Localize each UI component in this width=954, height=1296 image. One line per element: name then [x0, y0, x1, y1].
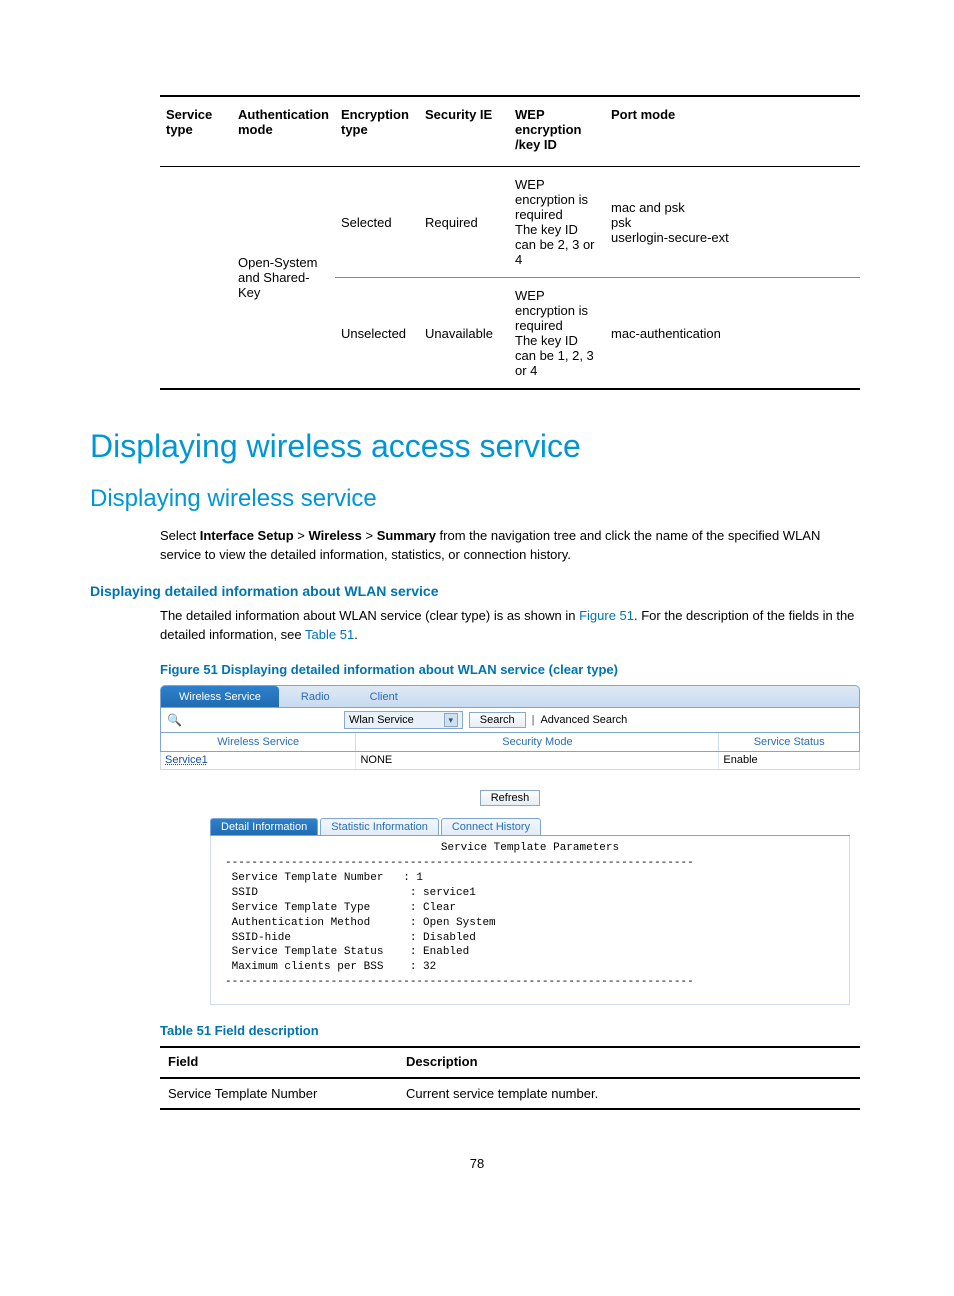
table-caption: Table 51 Field description [160, 1023, 864, 1038]
cell-service-type [160, 167, 232, 390]
top-tabbar: Wireless Service Radio Client [160, 685, 860, 707]
advanced-search-link[interactable]: Advanced Search [540, 714, 627, 726]
subtab-statistic[interactable]: Statistic Information [320, 818, 439, 835]
th-field: Field [160, 1047, 398, 1078]
cell-enc-1: Unselected [335, 278, 419, 390]
cell-port-0: mac and psk psk userlogin-secure-ext [605, 167, 860, 278]
cell-secie-0: Required [419, 167, 509, 278]
tab-radio[interactable]: Radio [283, 686, 348, 707]
tab-client[interactable]: Client [352, 686, 416, 707]
subtab-detail[interactable]: Detail Information [210, 818, 318, 835]
table-link[interactable]: Table 51 [305, 627, 354, 642]
chevron-down-icon: ▾ [444, 713, 458, 727]
sub-tabbar: Detail Information Statistic Information… [210, 818, 850, 836]
th-enc-type: Encryption type [335, 96, 419, 167]
tab-wireless-service[interactable]: Wireless Service [161, 686, 279, 707]
th-port-mode: Port mode [605, 96, 860, 167]
figure-caption: Figure 51 Displaying detailed informatio… [160, 662, 864, 677]
search-input[interactable] [188, 713, 338, 727]
heading-1: Displaying wireless access service [90, 428, 864, 465]
cell-wep-1: WEP encryption is required The key ID ca… [509, 278, 605, 390]
config-table: Service type Authentication mode Encrypt… [160, 95, 860, 390]
field-description-table: Field Description Service Template Numbe… [160, 1046, 860, 1110]
cell-mode: NONE [356, 752, 719, 769]
col-security-mode: Security Mode [356, 733, 719, 751]
col-wireless-service: Wireless Service [161, 733, 356, 751]
detail-body: ----------------------------------------… [210, 856, 850, 1005]
cell-auth-mode: Open-System and Shared-Key [232, 167, 335, 390]
nav-paragraph: Select Interface Setup > Wireless > Summ… [160, 527, 864, 565]
search-button[interactable]: Search [469, 712, 526, 728]
td-field-0: Service Template Number [160, 1078, 398, 1109]
search-bar: 🔍 Wlan Service ▾ Search | Advanced Searc… [160, 707, 860, 733]
ui-screenshot: Wireless Service Radio Client 🔍 Wlan Ser… [160, 685, 860, 1005]
th-description: Description [398, 1047, 860, 1078]
search-icon: 🔍 [167, 713, 182, 727]
cell-port-1: mac-authentication [605, 278, 860, 390]
page-number: 78 [90, 1156, 864, 1171]
heading-2: Displaying wireless service [90, 485, 864, 513]
th-wep: WEP encryption /key ID [509, 96, 605, 167]
subtab-history[interactable]: Connect History [441, 818, 541, 835]
breadcrumb-summary: Summary [377, 528, 436, 543]
cell-enc-0: Selected [335, 167, 419, 278]
service-link[interactable]: Service1 [165, 754, 208, 766]
cell-wep-0: WEP encryption is required The key ID ca… [509, 167, 605, 278]
minor-heading: Displaying detailed information about WL… [90, 583, 864, 599]
th-security-ie: Security IE [419, 96, 509, 167]
breadcrumb-wireless: Wireless [309, 528, 362, 543]
detail-title: Service Template Parameters [210, 836, 850, 856]
list-header: Wireless Service Security Mode Service S… [160, 733, 860, 752]
cell-status: Enable [719, 752, 859, 769]
filter-dropdown[interactable]: Wlan Service ▾ [344, 711, 463, 729]
th-service-type: Service type [160, 96, 232, 167]
breadcrumb-interface-setup: Interface Setup [200, 528, 294, 543]
list-row: Service1 NONE Enable [160, 752, 860, 770]
refresh-button[interactable]: Refresh [480, 790, 541, 806]
col-service-status: Service Status [719, 733, 859, 751]
detail-box: Detail Information Statistic Information… [210, 818, 850, 1005]
figure-link[interactable]: Figure 51 [579, 608, 634, 623]
detail-paragraph: The detailed information about WLAN serv… [160, 607, 864, 645]
dropdown-value: Wlan Service [349, 714, 414, 726]
th-auth-mode: Authentication mode [232, 96, 335, 167]
td-desc-0: Current service template number. [398, 1078, 860, 1109]
cell-secie-1: Unavailable [419, 278, 509, 390]
